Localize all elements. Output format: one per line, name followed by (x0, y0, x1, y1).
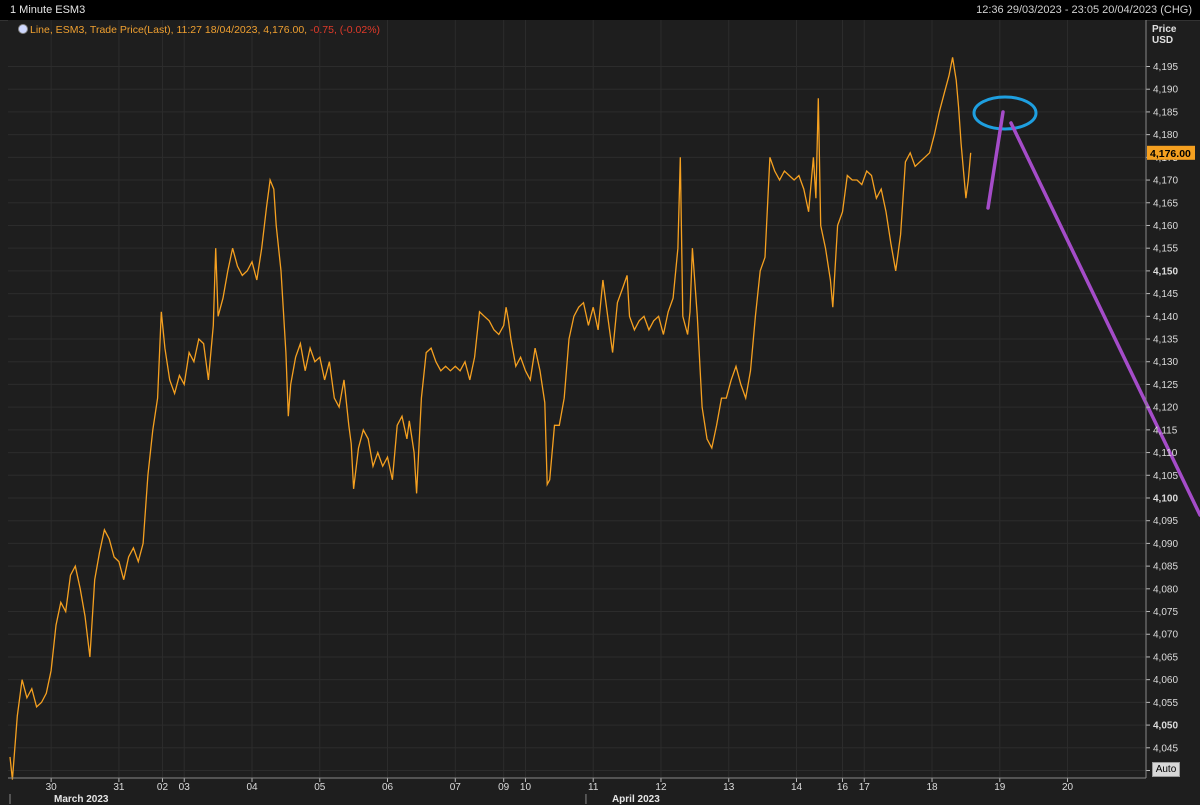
series-legend: Line, ESM3, Trade Price(Last), 11:27 18/… (18, 24, 380, 36)
x-tick-label: 04 (246, 782, 258, 793)
x-tick-label: 16 (837, 782, 849, 793)
x-tick-label: 10 (520, 782, 532, 793)
x-tick-label: 20 (1062, 782, 1074, 793)
y-tick-label: 4,075 (1153, 607, 1178, 618)
y-tick-label: 4,130 (1153, 357, 1178, 368)
y-tick-label: 4,185 (1153, 107, 1178, 118)
x-tick-label: 02 (157, 782, 169, 793)
plot-area[interactable] (8, 20, 1146, 778)
y-tick-label: 4,170 (1153, 176, 1178, 187)
y-tick-label: 4,190 (1153, 85, 1178, 96)
x-tick-label: 17 (859, 782, 871, 793)
x-tick-label: 03 (179, 782, 191, 793)
y-tick-label: 4,115 (1153, 425, 1178, 436)
y-tick-label: 4,145 (1153, 289, 1178, 300)
x-axis: 30 31 02 03 04 05 06 07 09 10 11 12 13 14 16 17 18 19 20 Ma… (8, 777, 1146, 805)
x-tick-label: 09 (498, 782, 510, 793)
x-tick-label: 13 (723, 782, 735, 793)
y-axis[interactable]: 4,0404,0454,0504,0554,0604,0654,0704,075… (1145, 20, 1195, 778)
y-tick-label: 4,070 (1153, 630, 1178, 641)
y-tick-label: 4,120 (1153, 403, 1178, 414)
y-tick-label: 4,105 (1153, 471, 1178, 482)
y-tick-label: 4,050 (1153, 721, 1178, 732)
legend-last: 4,176.00, (263, 24, 308, 36)
y-tick-label: 4,160 (1153, 221, 1178, 232)
x-tick-label: 18 (926, 782, 938, 793)
y-tick-label: 4,095 (1153, 516, 1178, 527)
y-tick-label: 4,045 (1153, 743, 1178, 754)
legend-time: 11:27 18/04/2023, (176, 24, 261, 36)
y-tick-label: 4,090 (1153, 539, 1178, 550)
last-price-label: 4,176.00 (1150, 148, 1191, 160)
y-tick-label: 4,180 (1153, 130, 1178, 141)
y-tick-label: 4,125 (1153, 380, 1178, 391)
window-title: 1 Minute ESM3 (10, 4, 86, 16)
y-axis-title: USD (1152, 35, 1173, 46)
y-tick-label: 4,055 (1153, 698, 1178, 709)
legend-change-pct: (-0.02%) (339, 24, 381, 36)
window-title-bar: 1 Minute ESM3 12:36 29/03/2023 - 23:05 2… (0, 0, 1200, 21)
y-tick-label: 4,195 (1153, 62, 1178, 73)
x-tick-label: 31 (113, 782, 125, 793)
x-tick-label: 12 (655, 782, 667, 793)
x-tick-label: 19 (994, 782, 1006, 793)
x-tick-label: 30 (46, 782, 58, 793)
auto-scale-button[interactable]: Auto (1152, 762, 1180, 777)
y-tick-label: 4,060 (1153, 675, 1178, 686)
y-tick-label: 4,085 (1153, 562, 1178, 573)
x-tick-label: 05 (314, 782, 326, 793)
y-tick-label: 4,165 (1153, 198, 1178, 209)
legend-series: Line, ESM3, Trade Price(Last), (30, 24, 174, 36)
price-chart[interactable]: 30 31 02 03 04 05 06 07 09 10 11 12 13 14 16 17 18 19 20 Ma… (0, 20, 1200, 805)
month-label: March 2023 (54, 794, 109, 805)
y-tick-label: 4,080 (1153, 584, 1178, 595)
y-tick-label: 4,150 (1153, 266, 1178, 277)
y-tick-label: 4,135 (1153, 335, 1178, 346)
y-tick-label: 4,110 (1153, 448, 1178, 459)
y-tick-label: 4,140 (1153, 312, 1178, 323)
x-tick-label: 07 (450, 782, 462, 793)
y-axis-title: Price (1152, 24, 1177, 35)
month-label: April 2023 (612, 794, 660, 805)
time-range: 12:36 29/03/2023 - 23:05 20/04/2023 (CHG… (976, 4, 1192, 16)
globe-icon (18, 24, 28, 34)
x-tick-label: 14 (791, 782, 803, 793)
legend-change: -0.75, (310, 24, 337, 36)
y-tick-label: 4,065 (1153, 652, 1178, 663)
x-tick-label: 11 (588, 782, 599, 793)
y-tick-label: 4,100 (1153, 493, 1178, 504)
x-tick-label: 06 (382, 782, 394, 793)
y-tick-label: 4,155 (1153, 244, 1178, 255)
